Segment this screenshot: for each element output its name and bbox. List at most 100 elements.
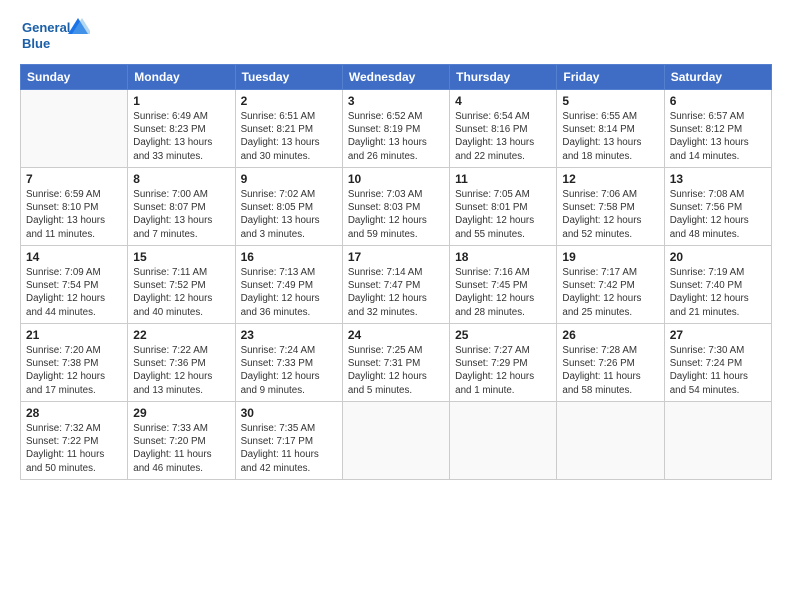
day-number: 9: [241, 172, 337, 186]
calendar-cell: 28Sunrise: 7:32 AMSunset: 7:22 PMDayligh…: [21, 402, 128, 480]
calendar-cell: [21, 90, 128, 168]
day-number: 17: [348, 250, 444, 264]
day-info: Sunrise: 7:13 AMSunset: 7:49 PMDaylight:…: [241, 266, 337, 319]
weekday-header: Wednesday: [342, 65, 449, 90]
weekday-header: Friday: [557, 65, 664, 90]
weekday-header: Tuesday: [235, 65, 342, 90]
calendar-cell: 27 Sunrise: 7:30 AMSunset: 7:24 PMDayligh…: [664, 324, 771, 402]
day-number: 5: [562, 94, 658, 108]
calendar-cell: [450, 402, 557, 480]
calendar-cell: 4 Sunrise: 6:54 AMSunset: 8:16 PMDaylight…: [450, 90, 557, 168]
calendar-cell: [664, 402, 771, 480]
calendar-cell: 1 Sunrise: 6:49 AMSunset: 8:23 PMDaylight…: [128, 90, 235, 168]
day-info: Sunrise: 7:08 AMSunset: 7:56 PMDaylight:…: [670, 188, 766, 241]
svg-text:Blue: Blue: [22, 36, 50, 51]
day-number: 11: [455, 172, 551, 186]
day-number: 13: [670, 172, 766, 186]
calendar-cell: 17 Sunrise: 7:14 AMSunset: 7:47 PMDayligh…: [342, 246, 449, 324]
calendar-cell: 29 Sunrise: 7:33 AMSunset: 7:20 PMDayligh…: [128, 402, 235, 480]
day-info: Sunrise: 7:30 AMSunset: 7:24 PMDaylight:…: [670, 344, 766, 397]
day-info: Sunrise: 7:19 AMSunset: 7:40 PMDaylight:…: [670, 266, 766, 319]
calendar-cell: 19 Sunrise: 7:17 AMSunset: 7:42 PMDayligh…: [557, 246, 664, 324]
day-number: 27: [670, 328, 766, 342]
weekday-header: Thursday: [450, 65, 557, 90]
day-info: Sunrise: 7:33 AMSunset: 7:20 PMDaylight:…: [133, 422, 229, 475]
day-info: Sunrise: 7:27 AMSunset: 7:29 PMDaylight:…: [455, 344, 551, 397]
day-number: 23: [241, 328, 337, 342]
day-info: Sunrise: 6:54 AMSunset: 8:16 PMDaylight:…: [455, 110, 551, 163]
calendar-cell: 20 Sunrise: 7:19 AMSunset: 7:40 PMDayligh…: [664, 246, 771, 324]
calendar-cell: 10 Sunrise: 7:03 AMSunset: 8:03 PMDayligh…: [342, 168, 449, 246]
day-info: Sunrise: 6:55 AMSunset: 8:14 PMDaylight:…: [562, 110, 658, 163]
day-info: Sunrise: 7:11 AMSunset: 7:52 PMDaylight:…: [133, 266, 229, 319]
day-info: Sunrise: 7:09 AMSunset: 7:54 PMDaylight:…: [26, 266, 122, 319]
day-info: Sunrise: 7:05 AMSunset: 8:01 PMDaylight:…: [455, 188, 551, 241]
calendar-cell: 13 Sunrise: 7:08 AMSunset: 7:56 PMDayligh…: [664, 168, 771, 246]
calendar-cell: 6 Sunrise: 6:57 AMSunset: 8:12 PMDaylight…: [664, 90, 771, 168]
day-number: 6: [670, 94, 766, 108]
calendar-cell: 2 Sunrise: 6:51 AMSunset: 8:21 PMDaylight…: [235, 90, 342, 168]
calendar-week-row: 14 Sunrise: 7:09 AMSunset: 7:54 PMDayligh…: [21, 246, 772, 324]
calendar-cell: 25Sunrise: 7:27 AMSunset: 7:29 PMDayligh…: [450, 324, 557, 402]
calendar-cell: 22Sunrise: 7:22 AMSunset: 7:36 PMDayligh…: [128, 324, 235, 402]
day-number: 19: [562, 250, 658, 264]
calendar-cell: 7 Sunrise: 6:59 AMSunset: 8:10 PMDaylight…: [21, 168, 128, 246]
day-number: 30: [241, 406, 337, 420]
calendar-cell: 16 Sunrise: 7:13 AMSunset: 7:49 PMDayligh…: [235, 246, 342, 324]
day-info: Sunrise: 7:00 AMSunset: 8:07 PMDaylight:…: [133, 188, 229, 241]
calendar-week-row: 7 Sunrise: 6:59 AMSunset: 8:10 PMDaylight…: [21, 168, 772, 246]
calendar-cell: 11 Sunrise: 7:05 AMSunset: 8:01 PMDayligh…: [450, 168, 557, 246]
day-info: Sunrise: 7:28 AMSunset: 7:26 PMDaylight:…: [562, 344, 658, 397]
day-info: Sunrise: 7:03 AMSunset: 8:03 PMDaylight:…: [348, 188, 444, 241]
day-info: Sunrise: 7:20 AMSunset: 7:38 PMDaylight:…: [26, 344, 122, 397]
weekday-header: Saturday: [664, 65, 771, 90]
weekday-header: Monday: [128, 65, 235, 90]
day-info: Sunrise: 6:49 AMSunset: 8:23 PMDaylight:…: [133, 110, 229, 163]
day-number: 4: [455, 94, 551, 108]
calendar-cell: 26Sunrise: 7:28 AMSunset: 7:26 PMDayligh…: [557, 324, 664, 402]
calendar-cell: 18Sunrise: 7:16 AMSunset: 7:45 PMDayligh…: [450, 246, 557, 324]
day-info: Sunrise: 7:24 AMSunset: 7:33 PMDaylight:…: [241, 344, 337, 397]
day-number: 18: [455, 250, 551, 264]
calendar-cell: 21 Sunrise: 7:20 AMSunset: 7:38 PMDayligh…: [21, 324, 128, 402]
logo: General Blue: [20, 16, 90, 56]
day-info: Sunrise: 6:51 AMSunset: 8:21 PMDaylight:…: [241, 110, 337, 163]
calendar-cell: 15Sunrise: 7:11 AMSunset: 7:52 PMDayligh…: [128, 246, 235, 324]
calendar-cell: 5 Sunrise: 6:55 AMSunset: 8:14 PMDaylight…: [557, 90, 664, 168]
weekday-header: Sunday: [21, 65, 128, 90]
header-row: SundayMondayTuesdayWednesdayThursdayFrid…: [21, 65, 772, 90]
day-number: 10: [348, 172, 444, 186]
main-container: General Blue SundayMondayTuesdayWednesda…: [0, 0, 792, 490]
calendar-cell: [342, 402, 449, 480]
calendar-table: SundayMondayTuesdayWednesdayThursdayFrid…: [20, 64, 772, 480]
calendar-body: 1 Sunrise: 6:49 AMSunset: 8:23 PMDaylight…: [21, 90, 772, 480]
calendar-cell: 23 Sunrise: 7:24 AMSunset: 7:33 PMDayligh…: [235, 324, 342, 402]
calendar-cell: 14 Sunrise: 7:09 AMSunset: 7:54 PMDayligh…: [21, 246, 128, 324]
calendar-cell: 30Sunrise: 7:35 AMSunset: 7:17 PMDayligh…: [235, 402, 342, 480]
day-info: Sunrise: 6:59 AMSunset: 8:10 PMDaylight:…: [26, 188, 122, 241]
calendar-cell: 12 Sunrise: 7:06 AMSunset: 7:58 PMDayligh…: [557, 168, 664, 246]
day-number: 20: [670, 250, 766, 264]
day-info: Sunrise: 6:57 AMSunset: 8:12 PMDaylight:…: [670, 110, 766, 163]
day-number: 7: [26, 172, 122, 186]
header: General Blue: [20, 16, 772, 56]
day-number: 1: [133, 94, 229, 108]
svg-text:General: General: [22, 20, 70, 35]
calendar-header: SundayMondayTuesdayWednesdayThursdayFrid…: [21, 65, 772, 90]
calendar-cell: 9Sunrise: 7:02 AMSunset: 8:05 PMDaylight…: [235, 168, 342, 246]
day-info: Sunrise: 7:22 AMSunset: 7:36 PMDaylight:…: [133, 344, 229, 397]
calendar-week-row: 28Sunrise: 7:32 AMSunset: 7:22 PMDayligh…: [21, 402, 772, 480]
day-info: Sunrise: 7:25 AMSunset: 7:31 PMDaylight:…: [348, 344, 444, 397]
day-number: 21: [26, 328, 122, 342]
day-info: Sunrise: 7:14 AMSunset: 7:47 PMDaylight:…: [348, 266, 444, 319]
day-number: 16: [241, 250, 337, 264]
day-number: 14: [26, 250, 122, 264]
day-number: 2: [241, 94, 337, 108]
calendar-week-row: 21 Sunrise: 7:20 AMSunset: 7:38 PMDayligh…: [21, 324, 772, 402]
day-info: Sunrise: 7:06 AMSunset: 7:58 PMDaylight:…: [562, 188, 658, 241]
day-info: Sunrise: 7:32 AMSunset: 7:22 PMDaylight:…: [26, 422, 122, 475]
day-info: Sunrise: 6:52 AMSunset: 8:19 PMDaylight:…: [348, 110, 444, 163]
day-info: Sunrise: 7:17 AMSunset: 7:42 PMDaylight:…: [562, 266, 658, 319]
day-number: 12: [562, 172, 658, 186]
day-number: 29: [133, 406, 229, 420]
